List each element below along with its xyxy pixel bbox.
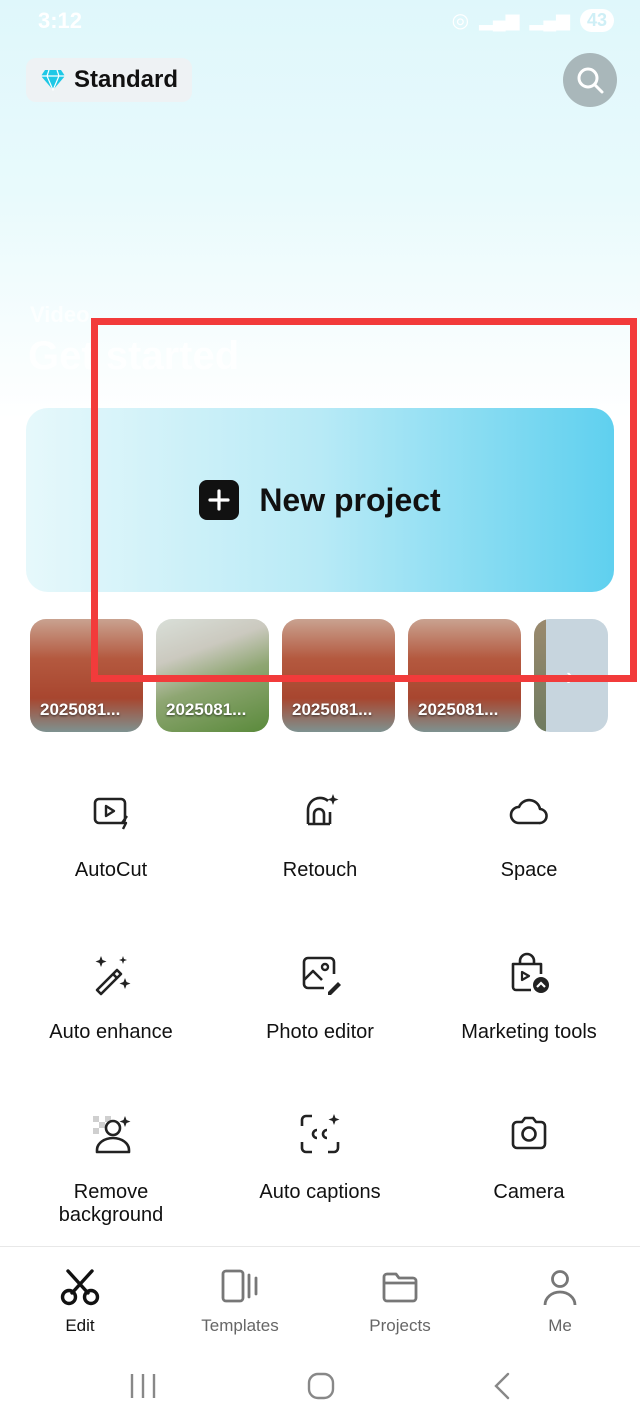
tool-label: Photo editor	[266, 1021, 374, 1043]
camera-icon	[511, 1116, 547, 1150]
tab-me[interactable]: Me	[500, 1267, 620, 1336]
tab-edit[interactable]: Edit	[20, 1267, 140, 1336]
tool-space[interactable]: Space	[422, 790, 636, 882]
recent-media-strip: 2025081... 2025081... 2025081... 2025081…	[30, 619, 608, 732]
media-thumbnail-label: 2025081...	[166, 700, 247, 719]
templates-icon	[221, 1269, 258, 1303]
bottom-tab-bar: Edit Templates Projects Me	[0, 1246, 640, 1346]
search-icon	[577, 67, 604, 94]
tool-label: AutoCut	[74, 859, 148, 881]
plus-icon	[199, 480, 240, 520]
tab-label: Templates	[201, 1316, 279, 1335]
section-subtitle: Video	[30, 302, 90, 327]
cloud-icon	[509, 798, 548, 825]
plan-badge[interactable]: Standard	[26, 58, 193, 102]
status-icons: ◎ ▂▄▆ ▂▄▆ 43	[452, 8, 614, 33]
tool-marketing-tools[interactable]: Marketing tools	[422, 952, 636, 1044]
back-icon[interactable]	[490, 1371, 514, 1401]
media-thumbnail-label: 2025081...	[292, 700, 373, 719]
remove-background-icon	[93, 1116, 131, 1154]
home-icon[interactable]	[306, 1371, 336, 1401]
hotspot-icon: ◎	[451, 10, 470, 32]
tool-auto-enhance[interactable]: Auto enhance	[4, 952, 218, 1044]
scissors-icon	[60, 1269, 100, 1306]
tool-retouch[interactable]: Retouch	[213, 790, 427, 882]
media-thumbnail-label: 2025081...	[418, 700, 499, 719]
captions-icon	[300, 1114, 340, 1154]
new-project-label: New project	[259, 481, 441, 518]
tool-camera[interactable]: Camera	[422, 1112, 636, 1204]
photo-edit-icon	[302, 956, 341, 995]
autocut-icon	[93, 797, 128, 830]
media-thumbnail[interactable]: 2025081...	[282, 619, 395, 732]
tab-templates[interactable]: Templates	[180, 1267, 300, 1336]
media-thumbnail-label: 2025081...	[40, 700, 121, 719]
person-icon	[543, 1270, 577, 1306]
battery-indicator: 43	[579, 9, 614, 32]
system-nav-bar	[0, 1346, 640, 1428]
tool-autocut[interactable]: AutoCut	[4, 790, 218, 882]
tool-remove-background[interactable]: Remove background	[4, 1112, 218, 1227]
media-thumbnail[interactable]: 2025081...	[30, 619, 143, 732]
tool-label: Space	[500, 859, 558, 881]
section-title: Get started	[28, 334, 240, 378]
tool-label: Auto enhance	[49, 1021, 173, 1043]
magic-wand-icon	[95, 956, 131, 996]
tab-label: Projects	[369, 1316, 431, 1335]
chevron-right-icon: ›	[566, 661, 575, 691]
media-thumbnail[interactable]: 2025081...	[156, 619, 269, 732]
plan-label: Standard	[74, 66, 179, 93]
new-project-button[interactable]: New project	[26, 408, 614, 592]
recent-apps-icon[interactable]	[128, 1372, 158, 1400]
tool-auto-captions[interactable]: Auto captions	[213, 1112, 427, 1204]
tab-label: Me	[548, 1316, 572, 1335]
tool-label: Remove background	[58, 1181, 164, 1226]
tab-projects[interactable]: Projects	[340, 1267, 460, 1336]
status-bar: 3:12 ◎ ▂▄▆ ▂▄▆ 43	[0, 0, 640, 44]
media-thumbnail-partial	[534, 619, 546, 732]
tab-label: Edit	[65, 1316, 95, 1335]
search-button[interactable]	[563, 53, 617, 107]
shopping-bag-icon	[511, 952, 549, 993]
folder-icon	[382, 1272, 418, 1303]
more-media-button[interactable]: ›	[534, 619, 608, 732]
diamond-icon	[41, 69, 65, 91]
status-time: 3:12	[38, 8, 83, 33]
retouch-icon	[306, 794, 339, 826]
media-thumbnail[interactable]: 2025081...	[408, 619, 521, 732]
tool-photo-editor[interactable]: Photo editor	[213, 952, 427, 1044]
tool-label: Auto captions	[259, 1181, 381, 1203]
tool-label: Camera	[493, 1181, 565, 1203]
tool-label: Retouch	[282, 859, 358, 881]
tool-label: Marketing tools	[461, 1021, 597, 1043]
signal-icon-2: ▂▄▆	[529, 10, 570, 30]
signal-icon: ▂▄▆	[479, 10, 520, 30]
